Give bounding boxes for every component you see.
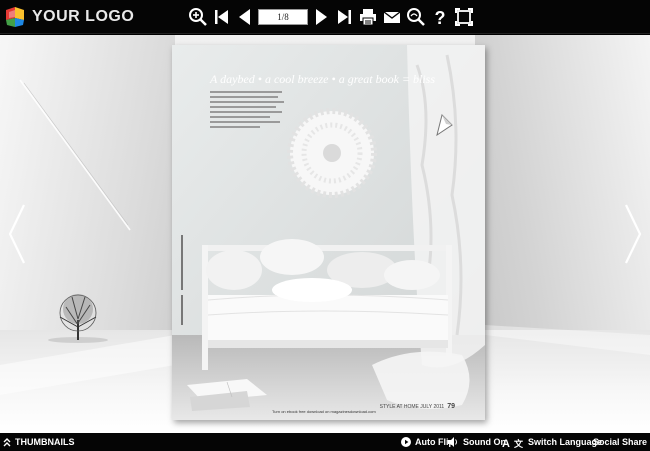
svg-text:A: A bbox=[502, 438, 510, 448]
tree-illustration bbox=[48, 294, 108, 343]
page-folio-number: 79 bbox=[447, 403, 455, 410]
logo-mark-icon bbox=[4, 6, 26, 28]
page-headline: A daybed • a cool breeze • a great book … bbox=[210, 72, 436, 86]
email-icon[interactable] bbox=[382, 7, 402, 27]
thumbnails-button[interactable]: THUMBNAILS bbox=[3, 433, 75, 451]
language-icon: A文 bbox=[502, 438, 524, 448]
logo: YOUR LOGO bbox=[4, 5, 134, 29]
juju-hat-illustration bbox=[287, 108, 377, 198]
first-page-icon[interactable] bbox=[212, 7, 232, 27]
next-page-icon[interactable] bbox=[311, 7, 331, 27]
fullscreen-icon[interactable] bbox=[454, 7, 474, 27]
sound-label: Sound On bbox=[463, 437, 506, 447]
last-page-icon[interactable] bbox=[334, 7, 354, 27]
search-icon[interactable] bbox=[406, 7, 426, 27]
auto-flip-button[interactable]: Auto Flip bbox=[401, 433, 454, 451]
sound-toggle[interactable]: Sound On bbox=[448, 433, 506, 451]
next-page-arrow[interactable] bbox=[622, 203, 644, 265]
magazine-page[interactable]: A daybed • a cool breeze • a great book … bbox=[172, 45, 485, 420]
switch-language-button[interactable]: A文 Switch Language bbox=[502, 433, 602, 451]
page-curl-cursor-icon bbox=[433, 111, 455, 137]
bottom-toolbar: THUMBNAILS Auto Flip Sound On A文 Switch … bbox=[0, 433, 650, 451]
social-share-label: Social Share bbox=[593, 437, 648, 447]
page-number-field[interactable]: 1/8 bbox=[258, 9, 308, 25]
print-icon[interactable] bbox=[358, 7, 378, 27]
page-folio-label: STYLE AT HOME JULY 2011 bbox=[379, 404, 445, 410]
page-footer-note: Turn on ebook free download on magazines… bbox=[272, 409, 376, 414]
switch-language-label: Switch Language bbox=[528, 437, 603, 447]
book-stage: A daybed • a cool breeze • a great book … bbox=[0, 35, 650, 433]
double-chevron-up-icon bbox=[3, 438, 11, 447]
svg-text:?: ? bbox=[435, 8, 446, 27]
previous-page-arrow[interactable] bbox=[6, 203, 28, 265]
flipbook-viewer: YOUR LOGO 1/8 ? A daybed • a cool breeze… bbox=[0, 0, 650, 451]
previous-page-icon[interactable] bbox=[235, 7, 255, 27]
page-folio: STYLE AT HOME JULY 2011 79 bbox=[380, 403, 455, 410]
logo-text: YOUR LOGO bbox=[32, 8, 135, 25]
zoom-in-icon[interactable] bbox=[188, 7, 208, 27]
social-share-button[interactable]: Social Share bbox=[593, 433, 650, 451]
help-icon[interactable]: ? bbox=[430, 7, 450, 28]
speaker-icon bbox=[448, 437, 457, 447]
play-icon bbox=[401, 437, 411, 447]
page-photo bbox=[172, 45, 485, 420]
thumbnails-label: THUMBNAILS bbox=[15, 437, 75, 447]
top-toolbar: YOUR LOGO 1/8 ? bbox=[0, 0, 650, 34]
svg-text:文: 文 bbox=[513, 438, 524, 448]
